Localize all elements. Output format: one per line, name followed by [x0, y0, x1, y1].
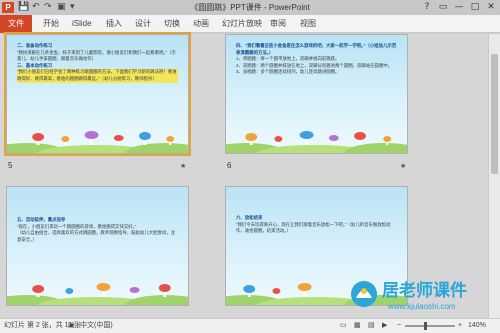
tab-islide[interactable]: iSlide [72, 15, 92, 33]
tab-animations[interactable]: 动画 [193, 15, 209, 33]
slide-text: 六、放松结束 “我们今天玩得真开心，现在让我们跟着音乐放松一下吧。”（幼儿听音乐… [236, 215, 397, 235]
slide-paragraph: 1、单圈跳：将一个圆平放地上，双脚并拢向前跳跃。 [236, 56, 340, 62]
slide-number: 5 [8, 161, 13, 170]
slide-paragraph: “我扮演跟在几条金鱼，样子来到了儿童影院，请小朋友们和我们一起看看吧。”（示意儿… [17, 49, 176, 62]
zoom-level[interactable]: 140% [468, 319, 486, 333]
kjulaoshi-watermark-logo: 居老师课件 www.kjulaoshi.com [351, 280, 467, 311]
slide-sorter-view-icon[interactable]: ▦ [354, 319, 361, 333]
slide-text: 五、活动延伸，重点指导 “现在，小朋友们来玩一个跳圆圈的游戏，看谁跳得又快又好。… [17, 217, 178, 243]
slide-paragraph: （幼儿自由组合，选择喜欢的方式跳圆圈，教师观察指导，鼓励幼儿大胆尝试，注意安全。… [17, 230, 176, 242]
ribbon-tabs: 文件 开始 iSlide 插入 设计 切换 动画 幻灯片放映 审阅 视图 [0, 15, 500, 33]
ribbon-display-icon[interactable]: ▭ [436, 0, 450, 15]
slide-heading: 六、放松结束 [236, 215, 263, 220]
spellcheck-icon[interactable]: ▣ [68, 319, 75, 333]
status-bar: 幻灯片 第 2 张，共 11 张 ▣ 中文(中国) ▭ ▦ ▤ ▶ − + 14… [0, 318, 500, 333]
zoom-in-button[interactable]: + [458, 319, 462, 333]
mushroom-ground-illustration [7, 283, 188, 305]
tab-home[interactable]: 开始 [43, 15, 59, 33]
tab-review[interactable]: 审阅 [270, 15, 286, 33]
title-bar: P 💾 ↶ ↷ ▣ ▾ 《圆圆跳》PPT课件 - PowerPoint ? ▭ … [0, 0, 500, 15]
minimize-icon[interactable]: — [452, 0, 466, 15]
animation-star-icon: ★ [400, 162, 407, 170]
tab-slideshow[interactable]: 幻灯片放映 [222, 15, 262, 33]
tab-view[interactable]: 视图 [300, 15, 316, 33]
mushroom-ground-illustration [226, 131, 407, 153]
slide-paragraph: 3、多圈跳：多个圆圈连续排列，幼儿连续跳进圆圈。 [236, 69, 340, 75]
slide-heading: 四、“我们看看这些小金鱼是在怎么游戏的吧，大家一起学一学吧。”（小组幼儿示范表演… [236, 43, 397, 55]
watermark-brand-text: 居老师课件 [382, 280, 467, 301]
language-status[interactable]: 中文(中国) [80, 319, 113, 333]
animation-star-icon: ★ [180, 162, 187, 170]
tab-file[interactable]: 文件 [0, 15, 32, 33]
slide-thumbnail-5[interactable]: 二、准备动作练习 “我扮演跟在几条金鱼，样子来到了儿童影院，请小朋友们和我们一起… [4, 32, 191, 156]
slide-thumbnail-6[interactable]: 四、“我们看看这些小金鱼是在怎么游戏的吧，大家一起学一学吧。”（小组幼儿示范表演… [225, 34, 408, 154]
zoom-out-button[interactable]: − [397, 319, 401, 333]
zoom-slider[interactable] [405, 325, 455, 327]
slide-paragraph: “我们今天玩得真开心，现在让我们跟着音乐放松一下吧。”（幼儿听音乐做放松动作，收… [236, 221, 391, 234]
slide-paragraph: “我们小朋友们已经学会了两种练习跳圆圈的方法，下面我们学习新的跳法吧！看谁跳得好… [17, 69, 178, 83]
scrollbar-thumb[interactable] [491, 54, 498, 174]
normal-view-icon[interactable]: ▭ [340, 319, 347, 333]
tab-insert[interactable]: 插入 [106, 15, 122, 33]
close-icon[interactable]: ✕ [484, 0, 498, 15]
slide-number: 6 [227, 161, 232, 170]
reading-view-icon[interactable]: ▤ [368, 319, 375, 333]
mushroom-ground-illustration [7, 131, 188, 153]
help-icon[interactable]: ? [420, 0, 434, 15]
slide-text: 二、准备动作练习 “我扮演跟在几条金鱼，样子来到了儿童影院，请小朋友们和我们一起… [17, 43, 178, 83]
maximize-icon[interactable]: □ [468, 0, 482, 15]
slide-heading: 二、准备动作练习 [17, 43, 53, 48]
tab-design[interactable]: 设计 [135, 15, 151, 33]
slide-thumbnail-7[interactable]: 五、活动延伸，重点指导 “现在，小朋友们来玩一个跳圆圈的游戏，看谁跳得又快又好。… [6, 186, 189, 306]
slideshow-view-icon[interactable]: ▶ [382, 319, 387, 333]
zoom-slider-knob[interactable] [424, 322, 427, 330]
watermark-url-text: www.kjulaoshi.com [387, 302, 456, 311]
tab-transitions[interactable]: 切换 [164, 15, 180, 33]
slide-heading: 五、活动延伸，重点指导 [17, 217, 66, 222]
slide-text: 四、“我们看看这些小金鱼是在怎么游戏的吧，大家一起学一学吧。”（小组幼儿示范表演… [236, 43, 397, 76]
